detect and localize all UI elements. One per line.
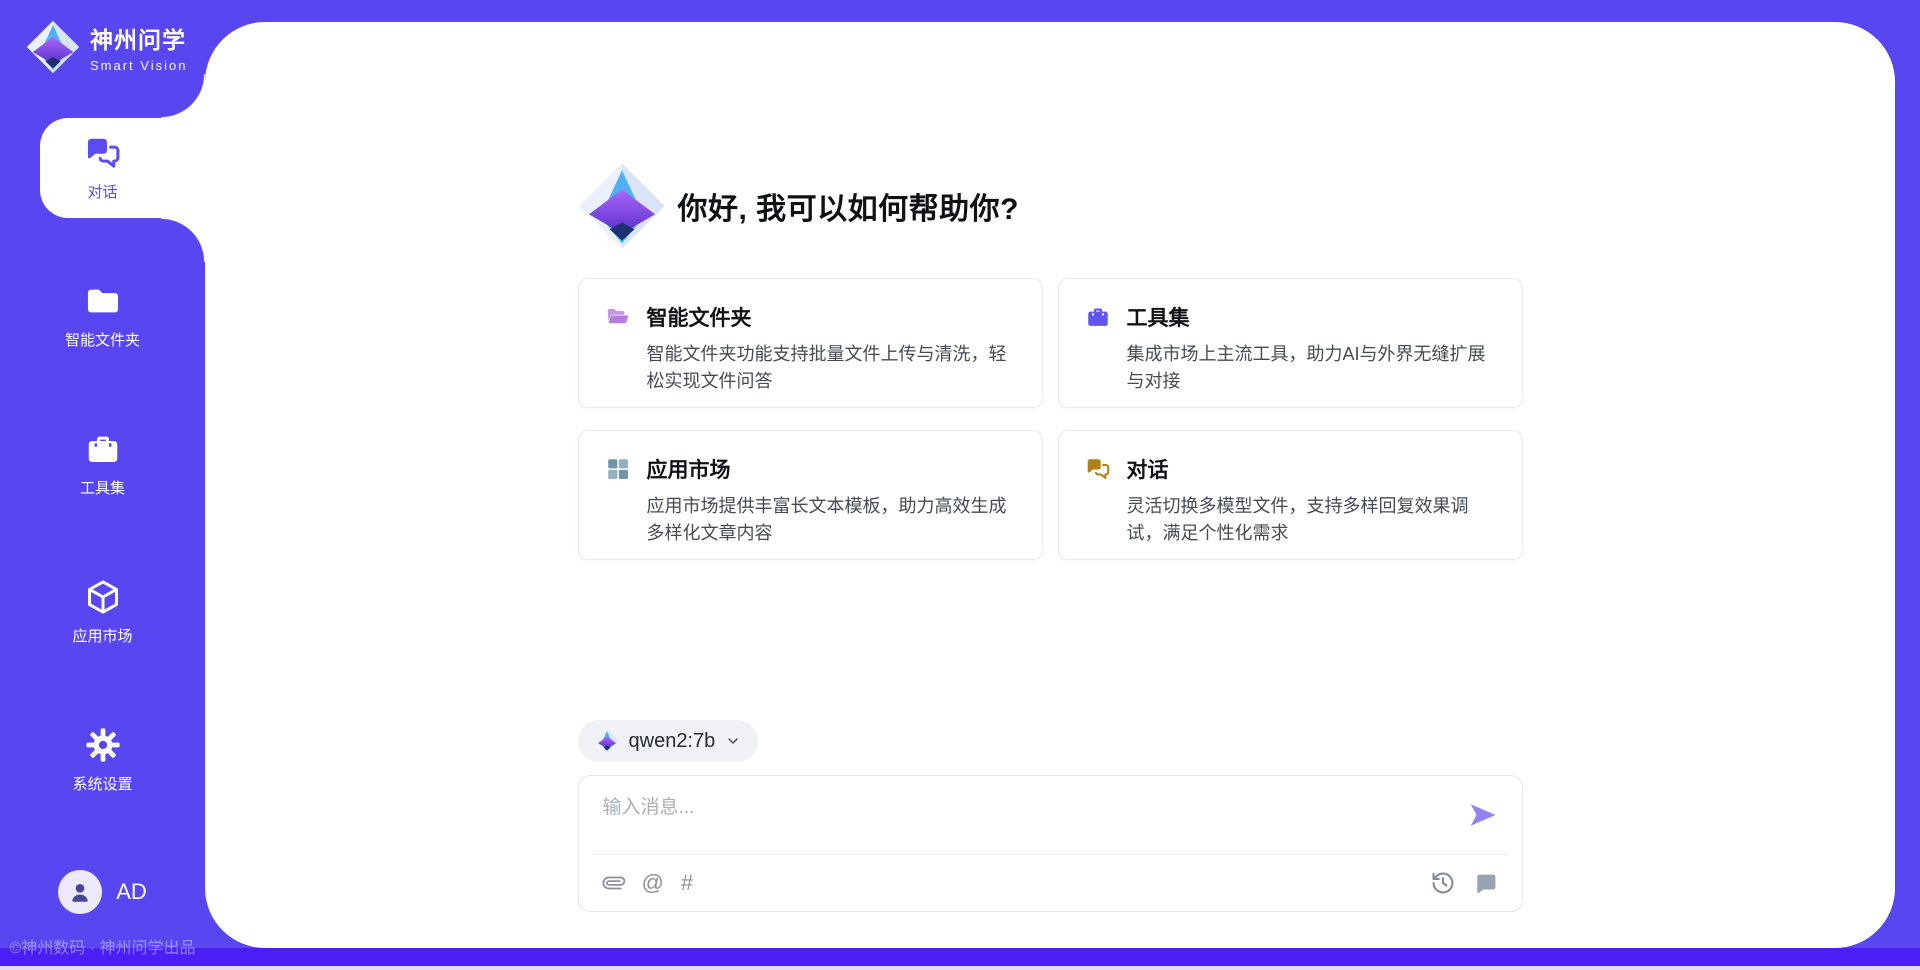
send-icon[interactable] <box>1468 800 1498 830</box>
brand-diamond-icon <box>26 20 80 74</box>
card-app-market[interactable]: 应用市场 应用市场提供丰富长文本模板，助力高效生成多样化文章内容 <box>578 430 1043 560</box>
card-title: 工具集 <box>1127 302 1190 332</box>
toolbox-icon <box>1085 304 1111 330</box>
sidebar-item-toolset[interactable]: 工具集 <box>0 414 205 514</box>
card-smart-folder[interactable]: 智能文件夹 智能文件夹功能支持批量文件上传与清洗，轻松实现文件问答 <box>578 278 1043 408</box>
cube-icon <box>84 578 122 616</box>
card-description: 集成市场上主流工具，助力AI与外界无缝扩展与对接 <box>1127 341 1496 395</box>
sidebar-nav: 对话 智能文件夹 工具集 应用市场 系统设置 <box>0 118 205 858</box>
comment-icon[interactable] <box>1473 871 1498 896</box>
model-selector[interactable]: qwen2:7b <box>578 720 759 762</box>
sidebar-item-settings[interactable]: 系统设置 <box>0 710 205 810</box>
avatar <box>58 870 102 914</box>
model-name: qwen2:7b <box>629 730 716 753</box>
folder-icon <box>84 282 122 320</box>
card-description: 应用市场提供丰富长文本模板，助力高效生成多样化文章内容 <box>647 493 1016 547</box>
copyright: ©神州数码 · 神州问学出品 <box>9 934 195 958</box>
card-title: 智能文件夹 <box>647 302 752 332</box>
history-icon[interactable] <box>1430 870 1456 896</box>
sidebar-item-label: 系统设置 <box>72 773 132 794</box>
sidebar-item-app-market[interactable]: 应用市场 <box>0 562 205 662</box>
card-chat[interactable]: 对话 灵活切换多模型文件，支持多样回复效果调试，满足个性化需求 <box>1058 430 1523 560</box>
card-description: 灵活切换多模型文件，支持多样回复效果调试，满足个性化需求 <box>1127 493 1496 547</box>
greeting-block: 你好, 我可以如何帮助你? <box>578 162 1523 250</box>
main-content: 你好, 我可以如何帮助你? 智能文件夹 智能文件夹功能支持批量文件上传与清洗，轻… <box>578 22 1523 912</box>
folder-open-icon <box>605 304 631 330</box>
user-name: AD <box>116 879 147 905</box>
sidebar-item-smart-folder[interactable]: 智能文件夹 <box>0 266 205 366</box>
active-tab-background <box>40 118 205 218</box>
card-toolset[interactable]: 工具集 集成市场上主流工具，助力AI与外界无缝扩展与对接 <box>1058 278 1523 408</box>
main-panel: 你好, 我可以如何帮助你? 智能文件夹 智能文件夹功能支持批量文件上传与清洗，轻… <box>205 22 1895 948</box>
sidebar-item-label: 智能文件夹 <box>65 329 140 350</box>
gear-icon <box>84 726 122 764</box>
chat-icon <box>1085 456 1111 482</box>
bottom-accent-bar <box>0 948 1920 966</box>
sidebar-item-label: 对话 <box>87 181 117 202</box>
chat-icon <box>84 134 122 172</box>
person-icon <box>66 878 94 906</box>
sidebar-item-chat[interactable]: 对话 <box>0 118 205 218</box>
user-account[interactable]: AD <box>58 870 147 914</box>
sidebar-item-label: 应用市场 <box>72 625 132 646</box>
horizontal-scrollbar[interactable] <box>0 966 1920 970</box>
brand-diamond-icon <box>578 162 666 250</box>
message-composer: @ # <box>578 775 1523 912</box>
card-title: 应用市场 <box>647 454 731 484</box>
toolbox-icon <box>84 430 122 468</box>
card-description: 智能文件夹功能支持批量文件上传与清洗，轻松实现文件问答 <box>647 341 1016 395</box>
feature-cards: 智能文件夹 智能文件夹功能支持批量文件上传与清洗，轻松实现文件问答 工具集 集成… <box>578 278 1523 560</box>
brand-diamond-icon <box>595 729 619 753</box>
card-title: 对话 <box>1127 454 1169 484</box>
brand-subtitle: Smart Vision <box>90 58 187 73</box>
composer-toolbar: @ # <box>603 855 1498 911</box>
sidebar: 神州问学 Smart Vision 对话 智能文件夹 工具集 应用市场 系统设置 <box>0 0 205 970</box>
paperclip-icon[interactable] <box>598 867 629 898</box>
chevron-down-icon <box>725 733 741 749</box>
message-input[interactable] <box>603 792 1443 844</box>
hash-icon[interactable]: # <box>681 872 693 894</box>
mention-icon[interactable]: @ <box>642 872 664 894</box>
brand-name: 神州问学 <box>90 21 187 55</box>
greeting-title: 你好, 我可以如何帮助你? <box>678 184 1020 228</box>
sidebar-item-label: 工具集 <box>80 477 125 498</box>
grid-icon <box>605 456 631 482</box>
brand: 神州问学 Smart Vision <box>0 0 205 74</box>
